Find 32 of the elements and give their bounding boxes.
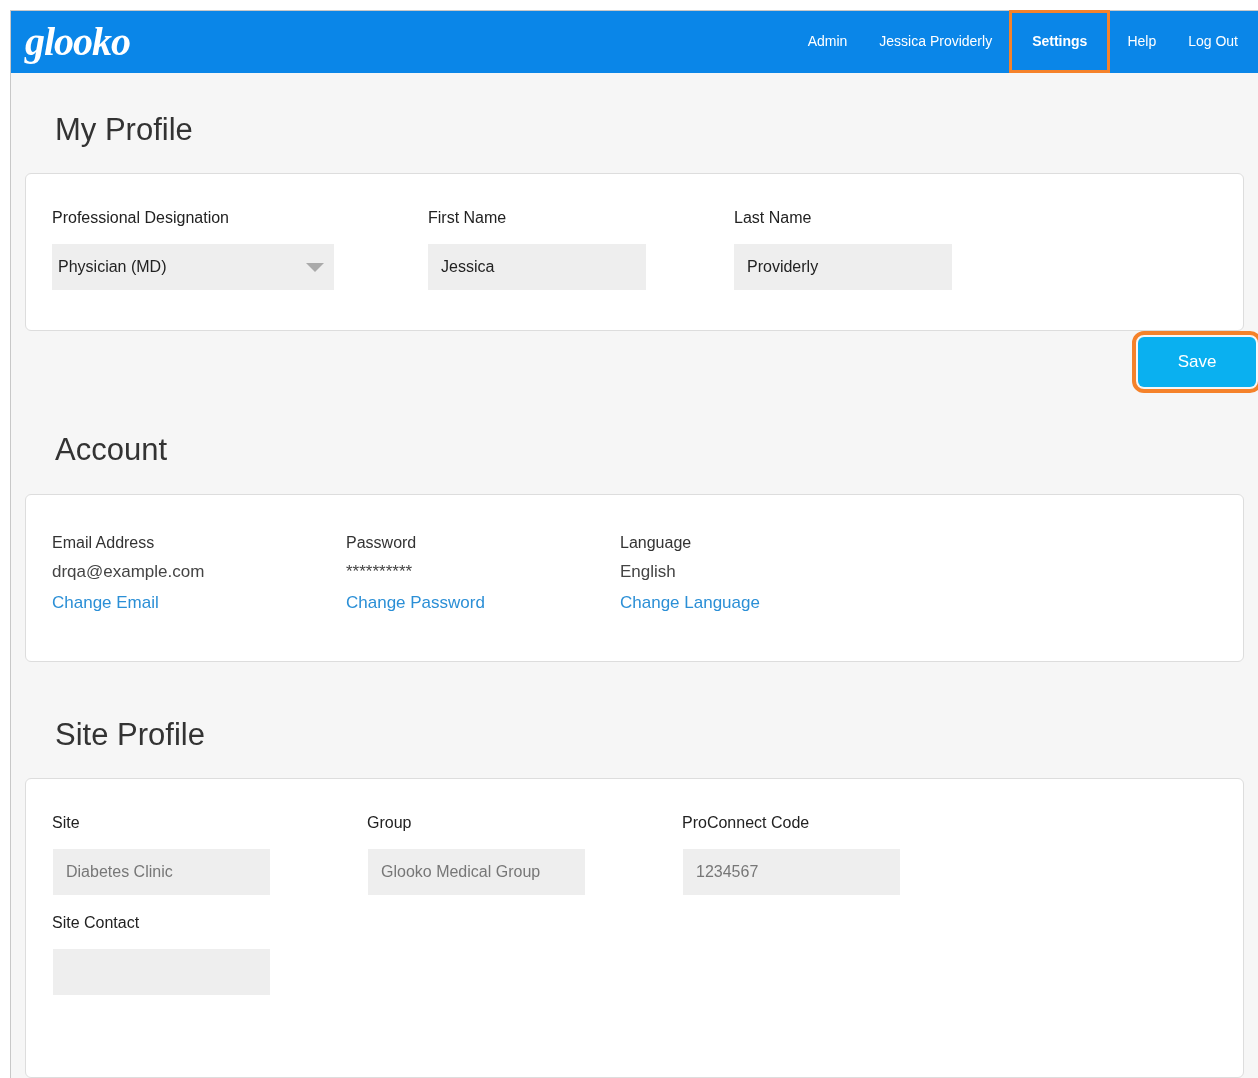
- field-label: Language: [620, 532, 693, 553]
- designation-select[interactable]: Physician (MD): [52, 244, 334, 290]
- change-link[interactable]: Change Language: [620, 590, 920, 616]
- field-label: ProConnect Code: [682, 813, 811, 833]
- nav-link[interactable]: Log Out: [1176, 13, 1250, 71]
- field-label: Email Address: [52, 532, 156, 553]
- text-field[interactable]: Diabetes Clinic: [53, 849, 270, 895]
- field-value: English: [620, 560, 677, 583]
- field-value: **********: [346, 560, 414, 583]
- text-field[interactable]: Glooko Medical Group: [368, 849, 585, 895]
- field-label: Last Name: [734, 208, 813, 228]
- section-title: Site Profile: [55, 715, 206, 754]
- field-label: Site Contact: [52, 913, 141, 933]
- field-label: Group: [367, 813, 413, 833]
- nav-link[interactable]: Jessica Providerly: [867, 13, 1005, 71]
- field-value: drqa@example.com: [52, 560, 206, 583]
- dropdown-icon: [306, 262, 324, 272]
- text-field[interactable]: Providerly: [734, 244, 952, 290]
- text-field[interactable]: 1234567: [683, 849, 900, 895]
- nav-link[interactable]: Admin: [795, 13, 860, 71]
- field-label: Site: [52, 813, 81, 833]
- logo[interactable]: glooko: [25, 21, 131, 62]
- change-link[interactable]: Change Password: [346, 590, 620, 616]
- text-field[interactable]: Jessica: [428, 244, 646, 290]
- section-title: My Profile: [55, 110, 194, 149]
- nav-link[interactable]: Settings: [1012, 13, 1108, 71]
- change-link[interactable]: Change Email: [52, 590, 346, 616]
- field-label: Professional Designation: [52, 208, 230, 228]
- field-label: Password: [346, 532, 418, 553]
- section-title: Account: [55, 431, 168, 469]
- nav-link[interactable]: Help: [1115, 13, 1169, 71]
- field-label: First Name: [428, 208, 508, 228]
